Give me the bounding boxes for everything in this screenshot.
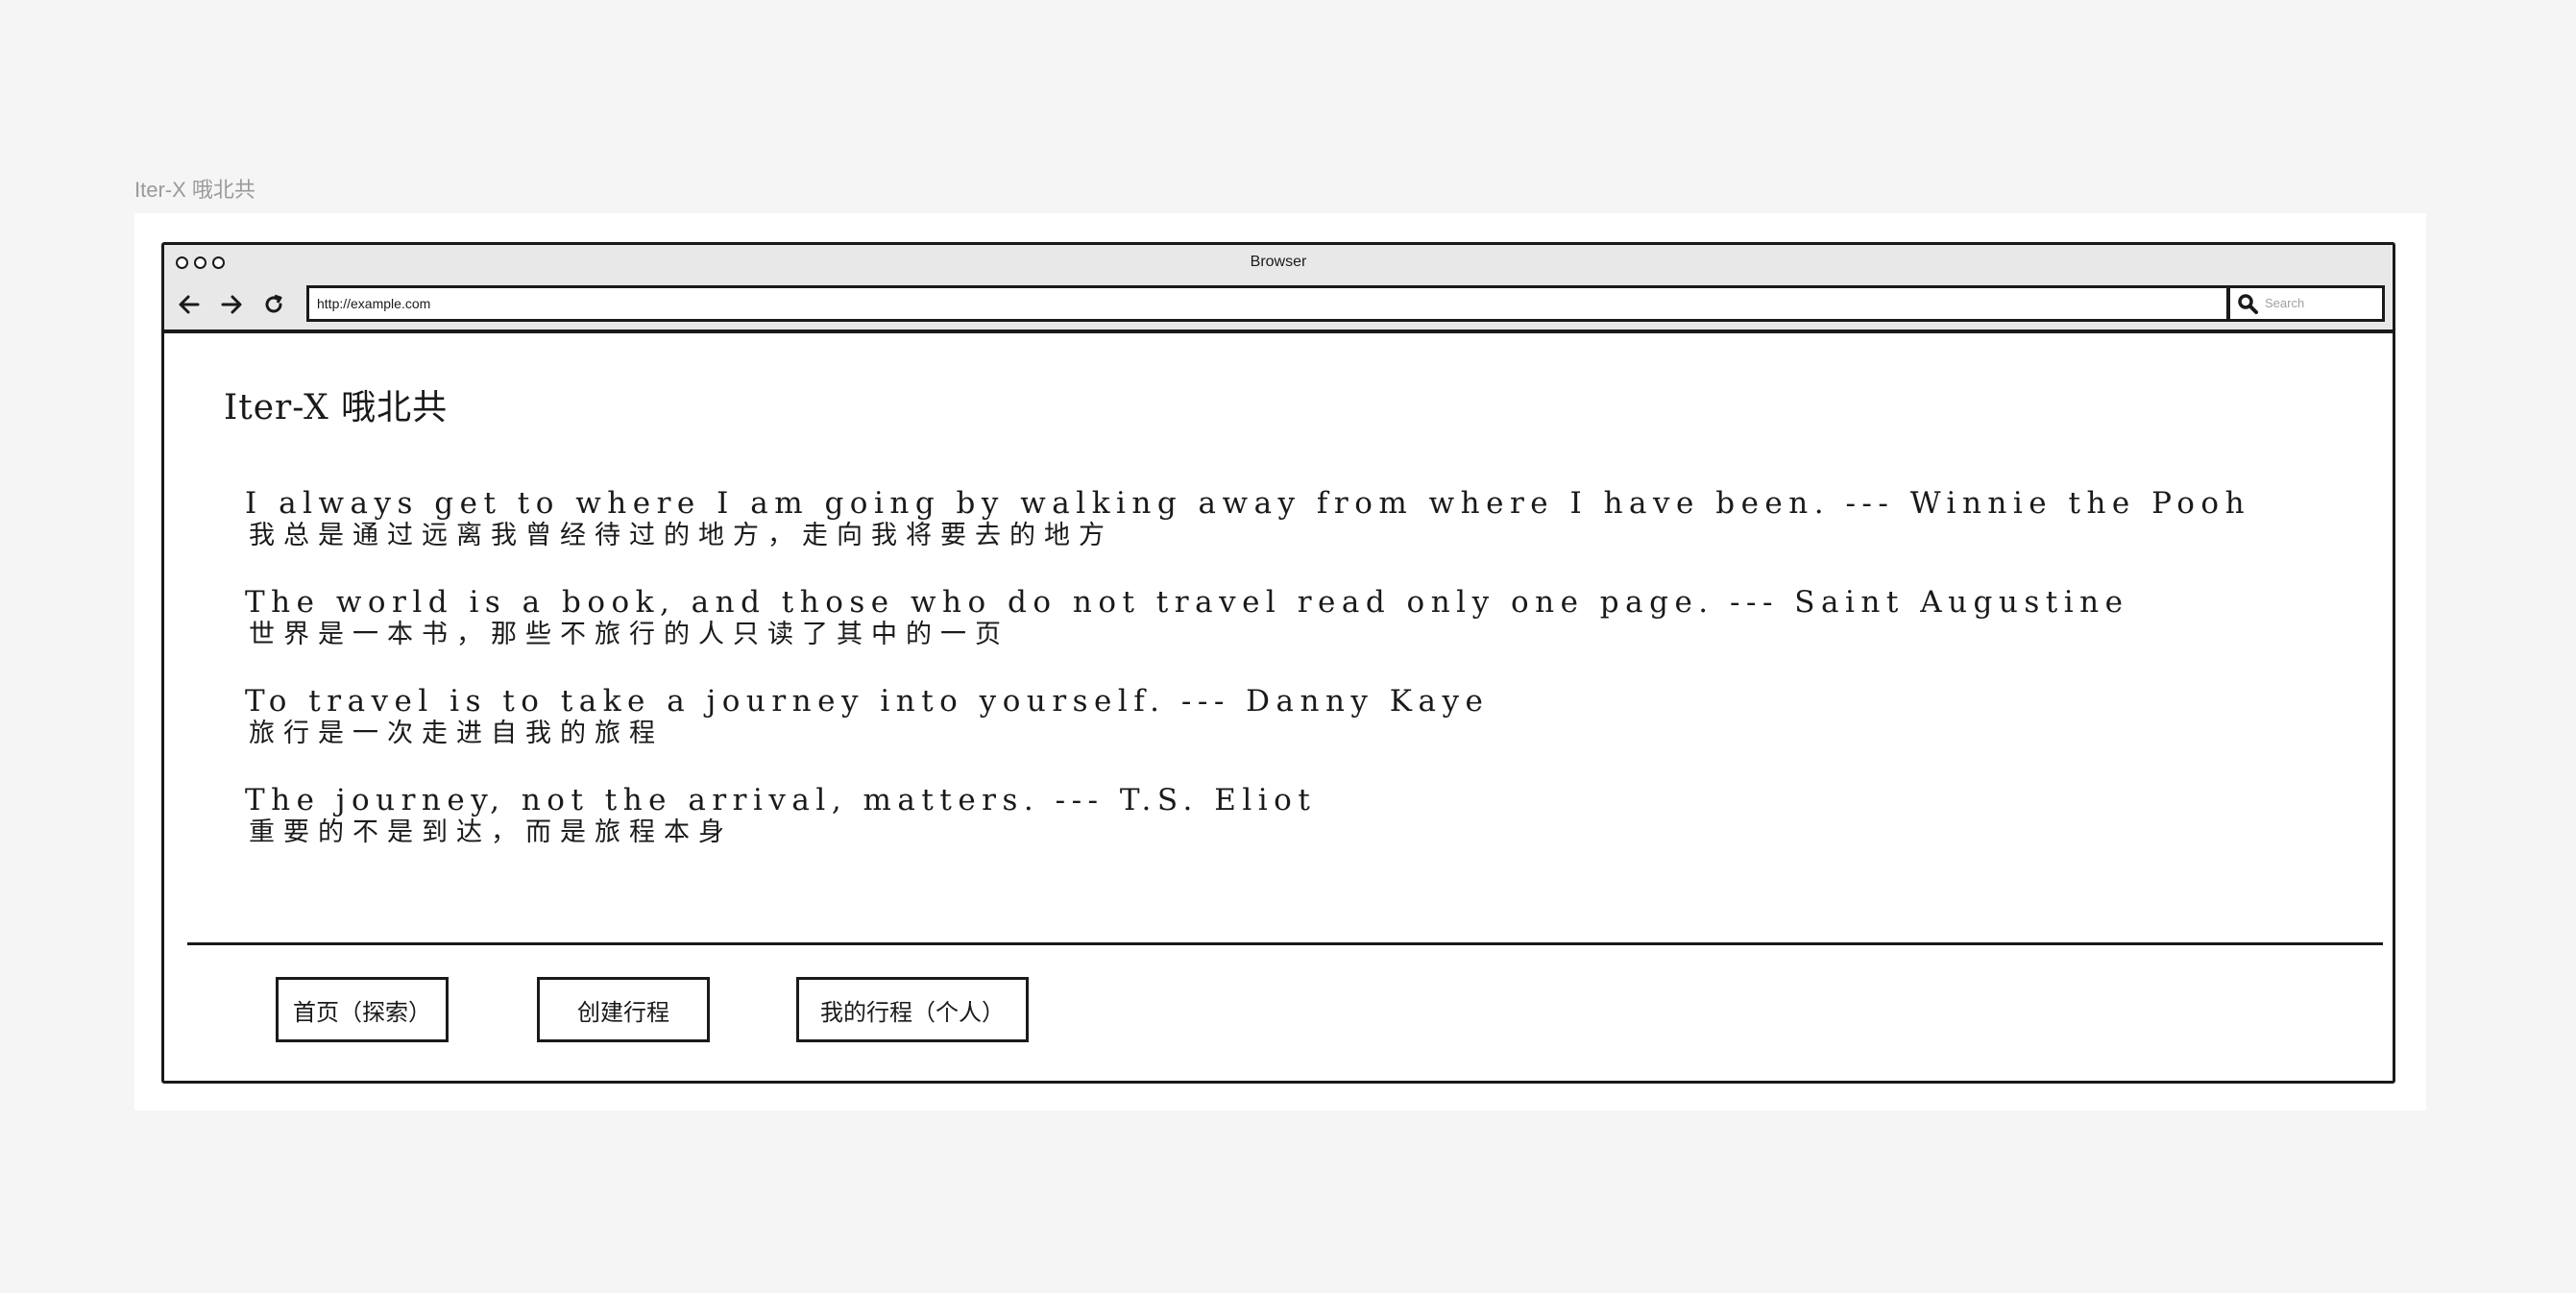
canvas-frame-label: Iter-X 哦北共 — [134, 178, 255, 202]
browser-title: Browser — [1250, 254, 1307, 270]
search-icon — [2236, 292, 2259, 315]
quote-item: The journey, not the arrival, matters. -… — [245, 782, 2358, 881]
back-arrow-icon[interactable] — [176, 291, 203, 318]
quote-english: The world is a book, and those who do no… — [245, 585, 2129, 620]
forward-arrow-icon[interactable] — [218, 291, 245, 318]
quote-chinese: 世界是一本书，那些不旅行的人只读了其中的一页 — [249, 620, 1009, 649]
reload-icon[interactable] — [260, 291, 287, 318]
quote-list: I always get to where I am going by walk… — [245, 485, 2358, 881]
quote-english: I always get to where I am going by walk… — [245, 486, 2251, 521]
quote-item: I always get to where I am going by walk… — [245, 485, 2358, 584]
quote-chinese: 重要的不是到达，而是旅程本身 — [249, 817, 733, 847]
footer-divider — [187, 942, 2383, 945]
my-trips-button[interactable]: 我的行程（个人） — [796, 977, 1029, 1042]
create-trip-button[interactable]: 创建行程 — [537, 977, 710, 1042]
search-input[interactable]: Search — [2227, 285, 2385, 322]
quote-chinese: 我总是通过远离我曾经待过的地方，走向我将要去的地方 — [249, 521, 1113, 550]
quote-item: The world is a book, and those who do no… — [245, 584, 2358, 683]
browser-chrome: Browser http://example.com Search — [164, 245, 2393, 333]
quote-english: The journey, not the arrival, matters. -… — [245, 783, 1317, 817]
page-title: Iter-X 哦北共 — [224, 388, 449, 427]
address-bar[interactable]: http://example.com — [306, 285, 2229, 322]
quote-english: To travel is to take a journey into your… — [245, 684, 1490, 719]
search-placeholder: Search — [2265, 296, 2305, 310]
quote-item: To travel is to take a journey into your… — [245, 683, 2358, 782]
home-explore-button[interactable]: 首页（探索） — [276, 977, 449, 1042]
browser-window: Browser http://example.com Search Iter-X… — [161, 242, 2395, 1084]
quote-chinese: 旅行是一次走进自我的旅程 — [249, 719, 664, 748]
